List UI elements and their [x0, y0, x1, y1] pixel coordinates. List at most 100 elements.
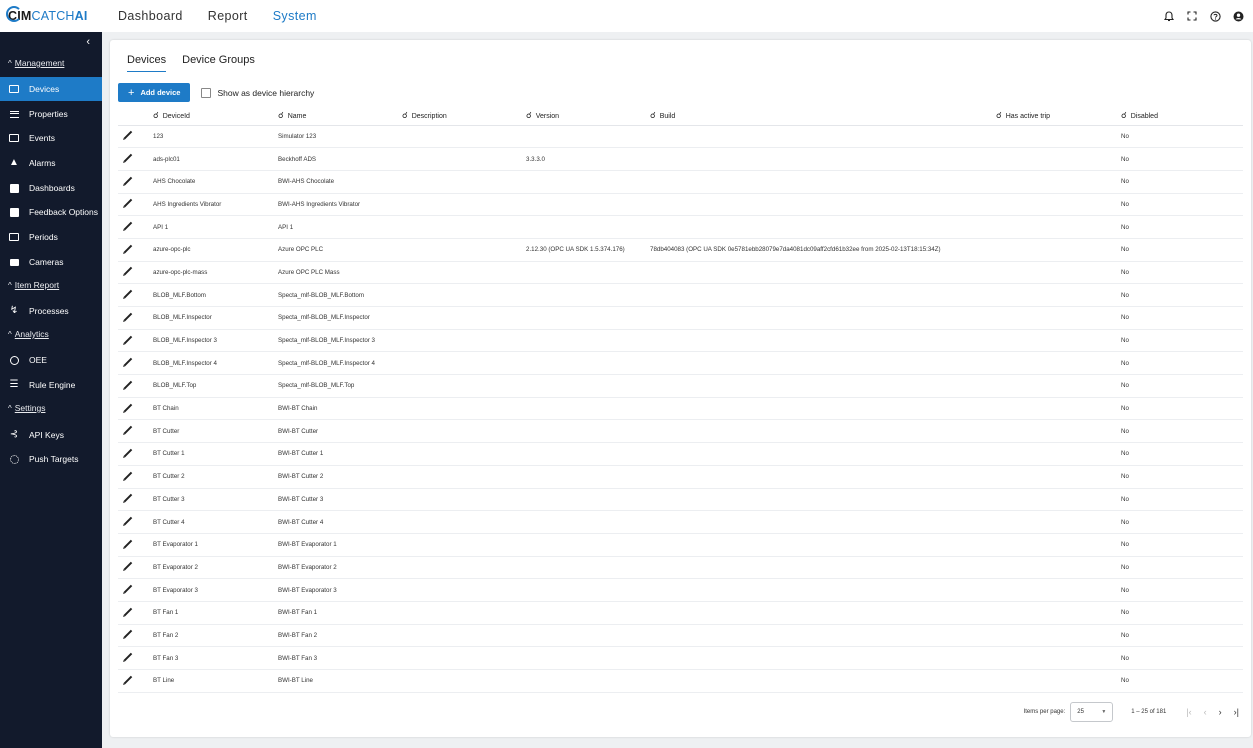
header-version[interactable]: ☌ Version [519, 107, 643, 126]
tab-device-groups[interactable]: Device Groups [182, 54, 255, 72]
header-build[interactable]: ☌ Build [643, 107, 989, 126]
add-device-button[interactable]: + Add device [118, 83, 191, 102]
tab-devices[interactable]: Devices [127, 54, 167, 72]
table-row[interactable]: BT Cutter 2 BWI-BT Cutter 2 No [118, 465, 1243, 489]
search-icon[interactable]: ☌ [1121, 110, 1127, 120]
edit-pencil-icon[interactable] [123, 176, 133, 185]
table-row[interactable]: AHS Chocolate BWI-AHS Chocolate No [118, 170, 1243, 194]
edit-pencil-icon[interactable] [123, 426, 133, 435]
edit-pencil-icon[interactable] [123, 199, 133, 208]
sidebar-item-push-targets[interactable]: Push Targets [0, 447, 102, 471]
search-icon[interactable]: ☌ [278, 110, 284, 120]
edit-pencil-icon[interactable] [123, 312, 133, 322]
edit-pencil-icon[interactable] [123, 562, 133, 571]
nav-system[interactable]: System [273, 9, 317, 23]
account-icon[interactable] [1231, 9, 1245, 23]
header-disabled[interactable]: ☌ Disabled [1114, 107, 1243, 126]
sidebar-item-api-keys[interactable]: ⊰ API Keys [0, 423, 102, 447]
table-row[interactable]: BT Cutter BWI-BT Cutter No [118, 419, 1243, 444]
table-row[interactable]: BT Line BWI-BT Line No [118, 669, 1243, 693]
edit-pencil-icon[interactable] [123, 516, 133, 526]
table-row[interactable]: BT Fan 1 BWI-BT Fan 1 No [118, 601, 1243, 625]
table-row[interactable]: BT Chain BWI-BT Chain No [118, 397, 1243, 421]
logo[interactable]: CIM CATCH AI [0, 6, 102, 23]
bell-icon[interactable] [1162, 9, 1176, 23]
edit-pencil-icon[interactable] [123, 652, 133, 662]
edit-pencil-icon[interactable] [123, 675, 133, 685]
edit-pencil-icon[interactable] [123, 380, 133, 390]
edit-pencil-icon[interactable] [123, 244, 133, 254]
search-icon[interactable]: ☌ [650, 110, 656, 120]
last-page-icon[interactable]: ›| [1234, 707, 1239, 717]
table-row[interactable]: BT Evaporator 2 BWI-BT Evaporator 2 No [118, 556, 1243, 580]
table-row[interactable]: BT Evaporator 1 BWI-BT Evaporator 1 No [118, 533, 1243, 557]
search-icon[interactable]: ☌ [526, 110, 532, 120]
nav-dashboard[interactable]: Dashboard [118, 9, 183, 23]
page-size-select[interactable]: 25 ▼ [1070, 702, 1114, 722]
edit-pencil-icon[interactable] [123, 471, 133, 480]
table-row[interactable]: BLOB_MLF.Inspector 3 Specta_mlf-BLOB_MLF.… [118, 329, 1243, 353]
sidebar-item-cameras[interactable]: Cameras [0, 250, 102, 274]
edit-pencil-icon[interactable] [123, 584, 133, 594]
fullscreen-icon[interactable] [1185, 9, 1199, 23]
table-row[interactable]: 123 Simulator 123 No [118, 125, 1243, 149]
sidebar-item-events[interactable]: Events [0, 126, 102, 150]
header-name[interactable]: ☌ Name [271, 107, 395, 126]
sidebar-item-rule-engine[interactable]: ☰ Rule Engine [0, 373, 102, 397]
table-row[interactable]: BT Fan 2 BWI-BT Fan 2 No [118, 624, 1243, 648]
table-row[interactable]: ads-plc01 Beckhoff ADS 3.3.3.0 No [118, 147, 1243, 171]
show-hierarchy-checkbox[interactable]: Show as device hierarchy [201, 87, 314, 98]
edit-pencil-icon[interactable] [123, 267, 133, 276]
edit-pencil-icon[interactable] [123, 630, 133, 639]
edit-pencil-icon[interactable] [123, 357, 133, 367]
edit-pencil-icon[interactable] [123, 131, 133, 140]
table-row[interactable]: BT Cutter 1 BWI-BT Cutter 1 No [118, 442, 1243, 466]
table-row[interactable]: BT Evaporator 3 BWI-BT Evaporator 3 No [118, 578, 1243, 602]
table-row[interactable]: BLOB_MLF.Inspector Specta_mlf-BLOB_MLF.In… [118, 306, 1243, 330]
search-icon[interactable]: ☌ [153, 110, 159, 120]
table-row[interactable]: BLOB_MLF.Inspector 4 Specta_mlf-BLOB_MLF.… [118, 351, 1243, 376]
section-management[interactable]: Management [8, 58, 65, 68]
sidebar-item-alarms[interactable]: ▲ Alarms [0, 151, 102, 175]
header-deviceid[interactable]: ☌ DeviceId [146, 107, 271, 126]
search-icon[interactable]: ☌ [996, 110, 1002, 120]
table-row[interactable]: BLOB_MLF.Top Specta_mlf-BLOB_MLF.Top No [118, 374, 1243, 398]
nav-report[interactable]: Report [208, 9, 248, 23]
edit-pencil-icon[interactable] [123, 448, 133, 458]
edit-pencil-icon[interactable] [123, 403, 133, 412]
header-has-active-trip[interactable]: ☌ Has active trip [989, 107, 1114, 126]
sidebar-item-processes[interactable]: ↯ Processes [0, 299, 102, 323]
sidebar-item-periods[interactable]: Periods [0, 225, 102, 249]
first-page-icon[interactable]: |‹ [1186, 707, 1191, 717]
help-icon[interactable] [1208, 9, 1222, 23]
sidebar-item-devices[interactable]: Devices [0, 77, 102, 101]
sidebar-item-properties[interactable]: Properties [0, 102, 102, 126]
edit-pencil-icon[interactable] [123, 335, 133, 344]
next-page-icon[interactable]: › [1219, 707, 1222, 717]
sidebar-item-dashboards[interactable]: Dashboards [0, 176, 102, 200]
edit-pencil-icon[interactable] [123, 153, 133, 163]
table-row[interactable]: BT Cutter 4 BWI-BT Cutter 4 No [118, 510, 1243, 534]
section-analytics[interactable]: Analytics [8, 329, 49, 339]
checkbox-box[interactable] [201, 87, 212, 98]
sidebar-item-feedback-options[interactable]: Feedback Options [0, 200, 102, 224]
edit-pencil-icon[interactable] [123, 539, 133, 548]
edit-pencil-icon[interactable] [123, 289, 133, 299]
section-settings[interactable]: Settings [8, 403, 46, 413]
edit-pencil-icon[interactable] [123, 221, 133, 231]
table-row[interactable]: BT Fan 3 BWI-BT Fan 3 No [118, 646, 1243, 670]
edit-pencil-icon[interactable] [123, 607, 133, 617]
table-row[interactable]: AHS Ingredients Vibrator BWI-AHS Ingredie… [118, 193, 1243, 217]
section-item-report[interactable]: Item Report [8, 280, 59, 290]
table-row[interactable]: API 1 API 1 No [118, 215, 1243, 239]
table-row[interactable]: BLOB_MLF.Bottom Specta_mlf-BLOB_MLF.Botto… [118, 283, 1243, 307]
table-row[interactable]: azure-opc-plc Azure OPC PLC 2.12.30 (OPC U… [118, 238, 1243, 262]
header-description[interactable]: ☌ Description [395, 107, 519, 126]
search-icon[interactable]: ☌ [402, 110, 408, 120]
table-row[interactable]: BT Cutter 3 BWI-BT Cutter 3 No [118, 488, 1243, 512]
collapse-sidebar-icon[interactable]: ‹ [86, 36, 90, 48]
table-row[interactable]: azure-opc-plc-mass Azure OPC PLC Mass No [118, 261, 1243, 285]
edit-pencil-icon[interactable] [123, 494, 133, 503]
previous-page-icon[interactable]: ‹ [1204, 707, 1207, 717]
sidebar-item-oee[interactable]: OEE [0, 348, 102, 372]
